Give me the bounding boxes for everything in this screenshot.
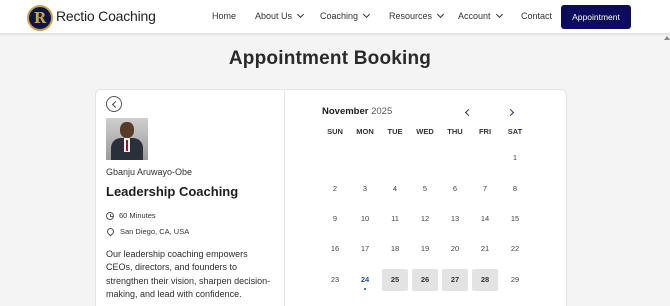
calendar-day-6: 6 [452, 184, 458, 193]
calendar-day-21: 21 [480, 244, 490, 253]
calendar-day-1: 1 [512, 153, 518, 162]
weekday-sat: SAT [507, 127, 523, 136]
chevron-down-icon [436, 10, 445, 19]
calendar-day-11: 11 [391, 214, 399, 223]
nav-home[interactable]: Home [212, 11, 236, 21]
available-day-25[interactable]: 25 [382, 269, 408, 291]
calendar-day-3: 3 [362, 184, 368, 193]
page-title: Appointment Booking [228, 48, 432, 69]
service-description: Our leadership coaching empowers CEOs, d… [106, 249, 271, 300]
nav-about-us[interactable]: About Us [255, 10, 305, 21]
weekday-tue: TUE [387, 127, 403, 136]
available-day-27[interactable]: 27 [442, 269, 468, 291]
available-day-28[interactable]: 28 [472, 269, 498, 291]
calendar-day-16: 16 [330, 244, 340, 253]
calendar-day-2: 2 [332, 184, 338, 193]
weekday-sun: SUN [327, 127, 343, 136]
location-pin-icon [105, 226, 116, 237]
duration-row: 60 Minutes [106, 211, 156, 220]
site-header: R Rectio Coaching Home About Us Coaching… [0, 0, 670, 34]
weekday-wed: WED [416, 127, 434, 136]
calendar-day-4: 4 [392, 184, 398, 193]
coach-name: Gbanju Aruwayo-Obe [106, 167, 193, 177]
nav-account[interactable]: Account [458, 10, 503, 21]
year: 2025 [371, 106, 393, 117]
calendar-day-7: 7 [482, 184, 488, 193]
appointment-button[interactable]: Appointment [561, 5, 631, 29]
nav-coaching[interactable]: Coaching [320, 10, 371, 21]
weekday-mon: MON [356, 127, 374, 136]
calendar-day-9: 9 [332, 214, 338, 223]
calendar-day-14: 14 [480, 214, 490, 223]
location-row: San Diego, CA, USA [105, 226, 190, 237]
calendar-day-12: 12 [420, 214, 430, 223]
calendar-day-15: 15 [510, 214, 520, 223]
calendar-day-17: 17 [360, 244, 370, 253]
coach-photo [106, 118, 148, 160]
calendar-day-20: 20 [450, 244, 460, 253]
nav-contact[interactable]: Contact [521, 11, 552, 21]
nav-account-label: Account [458, 11, 491, 21]
location-text: San Diego, CA, USA [120, 227, 190, 236]
calendar-day-5: 5 [422, 184, 428, 193]
calendar-month-label: November 2025 [322, 106, 392, 117]
nav-about-us-label: About Us [255, 11, 293, 21]
month-name: November [322, 106, 369, 117]
back-button[interactable] [106, 96, 122, 112]
nav-coaching-label: Coaching [320, 11, 359, 21]
weekday-thu: THU [447, 127, 463, 136]
scroll-up-icon[interactable] [664, 36, 670, 40]
calendar-day-19: 19 [420, 244, 430, 253]
duration-text: 60 Minutes [119, 211, 156, 220]
chevron-down-icon [495, 10, 503, 19]
available-day-26[interactable]: 26 [412, 269, 438, 291]
card-divider [284, 89, 285, 306]
clock-icon [106, 211, 114, 220]
weekday-fri: FRI [478, 127, 492, 136]
calendar-day-18: 18 [390, 244, 400, 253]
calendar-day-29: 29 [510, 275, 520, 284]
calendar-day-10: 10 [360, 214, 370, 223]
today-day-24: 24 [352, 269, 378, 291]
logo-icon[interactable]: R [27, 5, 53, 31]
chevron-down-icon [362, 10, 371, 19]
brand-name[interactable]: Rectio Coaching [56, 8, 156, 24]
chevron-down-icon [296, 10, 305, 19]
calendar-day-22: 22 [510, 244, 520, 253]
nav-resources[interactable]: Resources [389, 10, 445, 21]
calendar-day-13: 13 [450, 214, 460, 223]
nav-contact-label: Contact [521, 11, 553, 21]
service-title: Leadership Coaching [106, 184, 239, 199]
nav-home-label: Home [212, 11, 237, 21]
calendar-day-8: 8 [512, 184, 518, 193]
calendar-day-23: 23 [330, 275, 340, 284]
nav-resources-label: Resources [389, 11, 433, 21]
